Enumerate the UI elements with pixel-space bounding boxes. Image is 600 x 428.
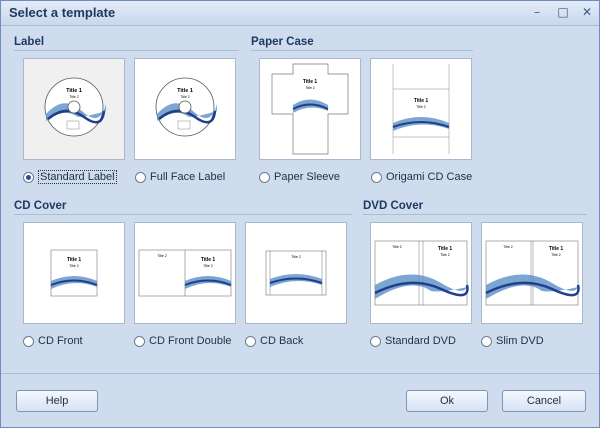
cd-back-preview: Title 2 <box>265 250 327 296</box>
section-dvd-cover: DVD Cover <box>363 200 424 212</box>
radio-standard-label[interactable] <box>23 171 34 183</box>
standard-dvd-preview: Title 2 Title 1 Title 2 <box>374 240 469 306</box>
option-standard-dvd[interactable]: Standard DVD <box>370 333 456 349</box>
footer-divider <box>1 373 599 374</box>
preview-title1: Title 1 <box>201 257 216 263</box>
cancel-button[interactable]: Cancel <box>502 390 586 412</box>
preview-title2: Title 2 <box>157 254 166 258</box>
radio-cd-back[interactable] <box>245 335 256 347</box>
preview-title2: Title 2 <box>551 253 560 257</box>
preview-title2: Title 2 <box>305 86 314 90</box>
section-cd-cover: CD Cover <box>14 200 67 212</box>
option-label: Full Face Label <box>150 171 226 183</box>
preview-title2: Title 2 <box>416 105 425 109</box>
section-divider <box>363 214 587 215</box>
cd-fullface-preview: Title 1 Title 2 <box>155 77 217 137</box>
option-label: Origami CD Case <box>386 171 473 183</box>
ok-button[interactable]: Ok <box>406 390 488 412</box>
origami-case-preview: Title 1 Title 2 <box>392 64 450 154</box>
preview-title2: Title 2 <box>291 255 300 259</box>
option-paper-sleeve[interactable]: Paper Sleeve <box>259 169 340 185</box>
preview-title2: Title 2 <box>69 264 78 268</box>
preview-title1: Title 1 <box>549 246 564 252</box>
preview-title1: Title 1 <box>177 88 193 94</box>
title-bar[interactable]: Select a template – □ ✕ <box>1 1 599 26</box>
cd-front-preview: Title 1 Title 2 <box>50 249 98 297</box>
help-button[interactable]: Help <box>16 390 98 412</box>
option-origami-cd-case[interactable]: Origami CD Case <box>371 169 472 185</box>
radio-full-face-label[interactable] <box>135 171 146 183</box>
section-label: Label <box>14 36 45 48</box>
option-standard-label[interactable]: Standard Label <box>23 169 117 185</box>
window-title: Select a template <box>9 5 116 20</box>
option-label: Paper Sleeve <box>274 171 341 183</box>
cd-front-double-preview: Title 2 Title 1 Title 2 <box>138 249 232 297</box>
option-label: CD Front Double <box>149 335 232 347</box>
preview-title1: Title 1 <box>414 98 429 104</box>
radio-cd-front[interactable] <box>23 335 34 347</box>
template-full-face-label[interactable]: Title 1 Title 2 <box>134 58 236 160</box>
close-icon[interactable]: ✕ <box>578 4 596 20</box>
preview-title1: Title 1 <box>303 79 318 85</box>
option-label: CD Back <box>260 335 304 347</box>
radio-paper-sleeve[interactable] <box>259 171 270 183</box>
minimize-icon[interactable]: – <box>528 4 546 20</box>
preview-title1: Title 1 <box>438 246 453 252</box>
template-origami-cd-case[interactable]: Title 1 Title 2 <box>370 58 472 160</box>
preview-title2: Title 2 <box>392 245 401 249</box>
template-cd-back[interactable]: Title 2 <box>245 222 347 324</box>
preview-title2: Title 2 <box>503 245 512 249</box>
option-full-face-label[interactable]: Full Face Label <box>135 169 225 185</box>
template-slim-dvd[interactable]: Title 2 Title 1 Title 2 <box>481 222 583 324</box>
template-standard-label[interactable]: Title 1 Title 2 <box>23 58 125 160</box>
radio-cd-front-double[interactable] <box>134 335 145 347</box>
preview-title2: Title 2 <box>69 95 78 99</box>
preview-title2: Title 2 <box>180 95 189 99</box>
section-divider <box>14 214 352 215</box>
template-dialog: Select a template – □ ✕ Label Paper Case… <box>0 0 600 428</box>
template-cd-front-double[interactable]: Title 2 Title 1 Title 2 <box>134 222 236 324</box>
preview-title1: Title 1 <box>66 88 82 94</box>
section-divider <box>251 50 473 51</box>
paper-sleeve-preview: Title 1 Title 2 <box>271 63 349 155</box>
option-label: CD Front <box>38 335 83 347</box>
section-divider <box>14 50 239 51</box>
preview-title1: Title 1 <box>67 257 82 263</box>
template-cd-front[interactable]: Title 1 Title 2 <box>23 222 125 324</box>
radio-origami-cd-case[interactable] <box>371 171 382 183</box>
radio-slim-dvd[interactable] <box>481 335 492 347</box>
option-label: Slim DVD <box>496 335 544 347</box>
radio-standard-dvd[interactable] <box>370 335 381 347</box>
slim-dvd-preview: Title 2 Title 1 Title 2 <box>485 240 580 306</box>
template-standard-dvd[interactable]: Title 2 Title 1 Title 2 <box>370 222 472 324</box>
option-label: Standard DVD <box>385 335 456 347</box>
option-cd-front[interactable]: CD Front <box>23 333 83 349</box>
preview-title2: Title 2 <box>203 264 212 268</box>
option-cd-front-double[interactable]: CD Front Double <box>134 333 232 349</box>
cd-label-preview: Title 1 Title 2 <box>44 77 106 137</box>
option-slim-dvd[interactable]: Slim DVD <box>481 333 544 349</box>
template-paper-sleeve[interactable]: Title 1 Title 2 <box>259 58 361 160</box>
preview-title2: Title 2 <box>440 253 449 257</box>
option-label: Standard Label <box>38 170 117 184</box>
section-paper-case: Paper Case <box>251 36 314 48</box>
option-cd-back[interactable]: CD Back <box>245 333 303 349</box>
maximize-icon[interactable]: □ <box>554 4 572 20</box>
